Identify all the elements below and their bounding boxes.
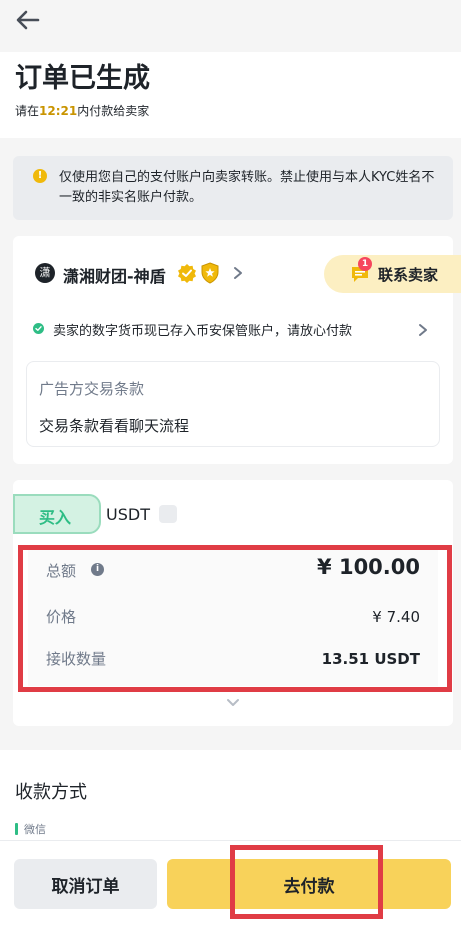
side-tag: 买入 [13, 494, 101, 534]
kyc-notice: ! 仅使用您自己的支付账户向卖家转账。禁止使用与本人KYC姓名不一致的非实名账户… [13, 156, 453, 220]
top-bar [0, 0, 461, 52]
terms-title: 广告方交易条款 [39, 380, 145, 398]
back-arrow-icon[interactable] [14, 6, 42, 34]
seller-avatar: 潇 [35, 263, 55, 283]
seller-name[interactable]: 潇湘财团-神盾 [63, 263, 166, 287]
highlight-frame [230, 845, 383, 919]
kyc-notice-text: 仅使用您自己的支付账户向卖家转账。禁止使用与本人KYC姓名不一致的非实名账户付款… [59, 170, 435, 205]
escrow-notice[interactable]: 卖家的数字货币现已存入币安保管账户，请放心付款 [53, 320, 352, 339]
chevron-down-icon[interactable] [225, 697, 241, 709]
countdown-timer: 12:21 [39, 104, 78, 118]
chevron-right-icon[interactable] [418, 323, 428, 337]
payment-deadline: 请在12:21内付款给卖家 [15, 104, 150, 118]
chevron-right-icon[interactable] [233, 266, 243, 280]
seller-card: 潇 潇湘财团-神盾 1 联系卖家 卖家的数字货币现已存入币安保管账户，请放心付款… [13, 236, 461, 464]
coin-icon [159, 505, 177, 523]
highlight-frame [18, 545, 452, 692]
payment-method-indicator [15, 823, 18, 835]
page-title: 订单已生成 [15, 63, 150, 94]
payment-method-wechat[interactable]: 微信 [24, 821, 46, 837]
side-label: 买入 [39, 508, 72, 527]
coin-label: USDT [106, 505, 150, 524]
contact-seller-button[interactable]: 1 联系卖家 [324, 255, 461, 293]
shield-icon [201, 262, 219, 284]
unread-badge: 1 [358, 257, 372, 271]
advertiser-terms-box: 广告方交易条款 交易条款看看聊天流程 [26, 361, 440, 447]
cancel-order-button[interactable]: 取消订单 [14, 859, 157, 909]
terms-body: 交易条款看看聊天流程 [39, 417, 190, 435]
verified-badge-icon [178, 264, 196, 283]
check-circle-icon [33, 323, 44, 334]
contact-seller-label: 联系卖家 [378, 266, 439, 284]
payment-method-title: 收款方式 [15, 782, 87, 803]
warning-icon: ! [33, 169, 47, 183]
payment-method-section: 收款方式 微信 [0, 750, 461, 850]
